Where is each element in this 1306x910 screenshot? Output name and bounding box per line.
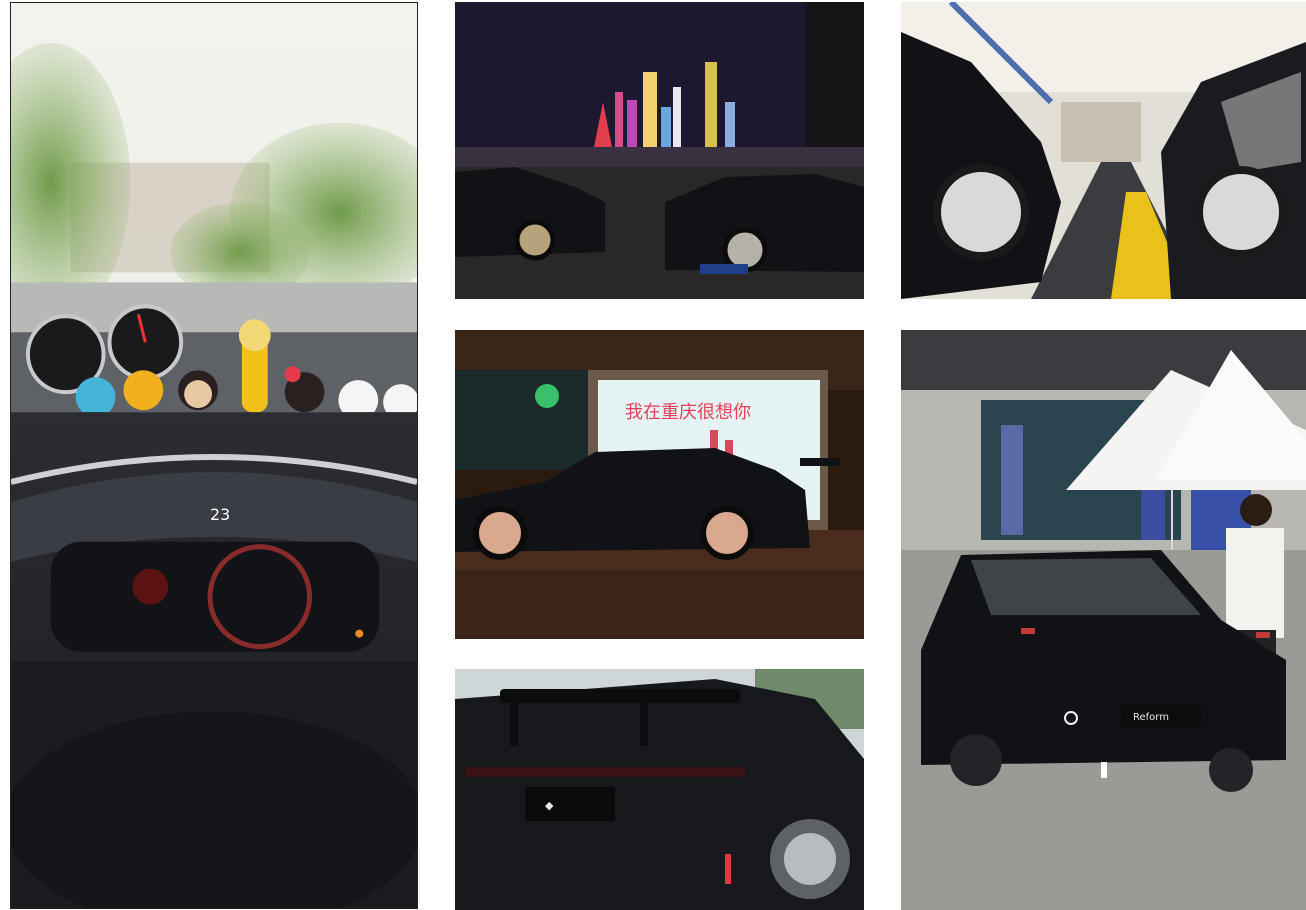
speed-readout: 23 — [210, 505, 230, 524]
billboard-text: 我在重庆很想你 — [625, 402, 751, 423]
photo-billboard[interactable]: 我在重庆很想你 — [455, 330, 864, 639]
car-show-image: Reform — [901, 330, 1306, 910]
front-plate-text: Reform — [1133, 712, 1169, 723]
photo-car-show[interactable]: Reform — [901, 330, 1306, 910]
rear-wing-image: ◆ — [455, 669, 864, 910]
svg-text:◆: ◆ — [545, 799, 554, 812]
night-city-image — [455, 2, 864, 299]
garage-image — [901, 2, 1306, 299]
photo-rear-wing[interactable]: ◆ — [455, 669, 864, 910]
dashboard-image: 23 — [11, 3, 417, 908]
photo-gallery: 23 我在重庆很想你 ◆ Reform — [0, 0, 1306, 910]
billboard-image: 我在重庆很想你 — [455, 330, 864, 639]
photo-dashboard[interactable]: 23 — [10, 2, 418, 909]
photo-night-city[interactable] — [455, 2, 864, 299]
photo-garage[interactable] — [901, 2, 1306, 299]
